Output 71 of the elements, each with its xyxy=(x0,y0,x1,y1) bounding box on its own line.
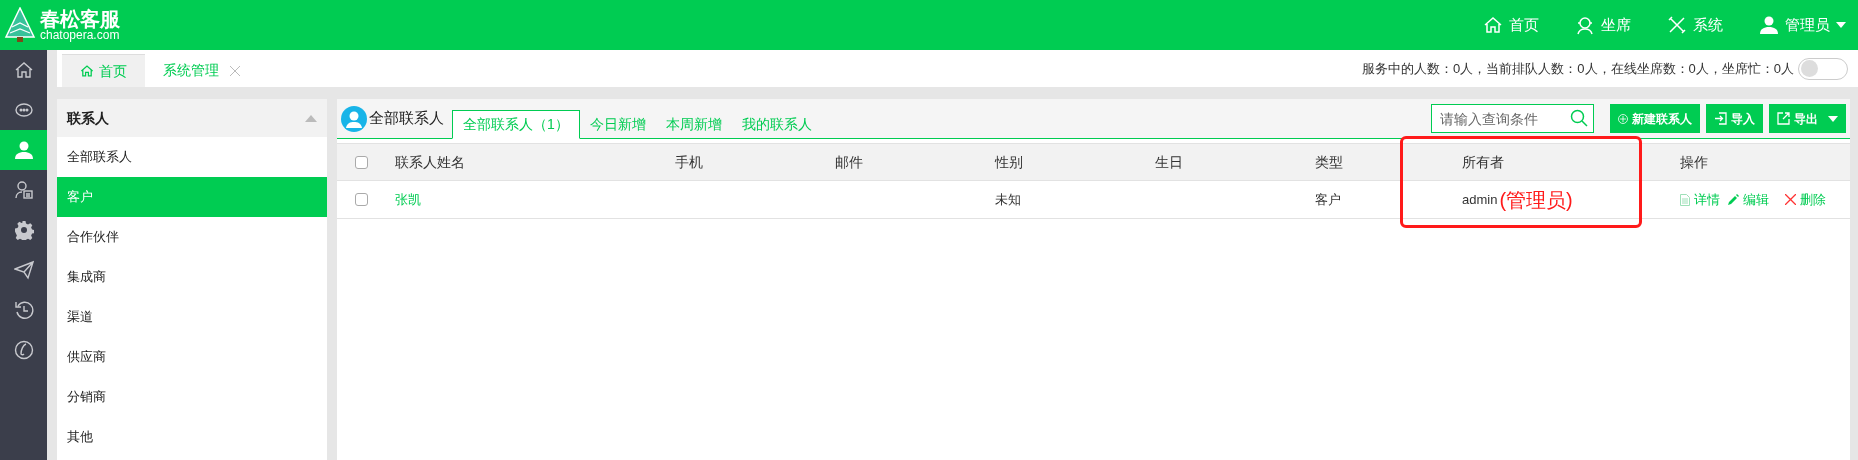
toolbar-button[interactable]: 新建联系人 xyxy=(1610,104,1700,133)
column-header: 手机 xyxy=(674,152,704,172)
import-icon xyxy=(1714,112,1727,125)
page-tab[interactable]: 系统管理 xyxy=(145,54,258,87)
contact-card-icon xyxy=(13,180,34,200)
column-header: 操作 xyxy=(1679,152,1709,172)
headset-icon xyxy=(1575,15,1595,35)
sidebar-item[interactable]: 分销商 xyxy=(57,377,327,417)
row-action-link[interactable]: 编辑 xyxy=(1728,189,1769,210)
home-icon xyxy=(1483,15,1503,35)
export-icon xyxy=(1777,112,1790,125)
user-icon xyxy=(1759,15,1779,35)
filter-tab[interactable]: 我的联系人 xyxy=(731,110,822,139)
row-action-link[interactable]: 删除 xyxy=(1785,189,1826,210)
user-icon xyxy=(13,140,34,160)
sidebar-item[interactable]: 其他 xyxy=(57,417,327,457)
nav-link[interactable]: 首页 xyxy=(1483,13,1539,37)
sidebar-item[interactable]: 渠道 xyxy=(57,297,327,337)
page-heading: 全部联系人 xyxy=(369,108,445,129)
delete-x-icon xyxy=(1785,194,1796,205)
nav-link[interactable]: 管理员 xyxy=(1759,13,1846,37)
row-action-link[interactable]: 详情 xyxy=(1680,189,1720,210)
page-tab[interactable]: 首页 xyxy=(62,54,145,87)
nav-link[interactable]: 系统 xyxy=(1667,13,1723,37)
search-field[interactable]: 请输入查询条件 xyxy=(1431,104,1594,133)
column-header: 类型 xyxy=(1314,152,1344,172)
sidebar-header[interactable]: 联系人 xyxy=(57,99,327,137)
phone-icon xyxy=(13,340,34,360)
paper-plane-icon xyxy=(13,260,34,280)
home-icon xyxy=(80,64,94,78)
avatar-icon xyxy=(341,105,367,132)
search-icon xyxy=(1570,109,1588,127)
column-header: 性别 xyxy=(993,152,1024,172)
sidebar-item[interactable]: 客户 xyxy=(57,177,327,217)
column-header: 生日 xyxy=(1154,152,1184,172)
checkbox[interactable] xyxy=(354,155,368,169)
column-header: 所有者 xyxy=(1461,152,1505,172)
home-icon xyxy=(13,60,34,80)
filter-tab[interactable]: 全部联系人（1） xyxy=(452,110,580,139)
logo-subtitle: chatopera.com xyxy=(40,29,120,41)
tools-icon xyxy=(1667,15,1687,35)
plus-circle-icon xyxy=(1618,113,1628,124)
toolbar-button[interactable]: 导入 xyxy=(1706,104,1763,133)
collapse-caret-icon xyxy=(305,114,317,122)
caret-icon xyxy=(1836,22,1846,28)
status-text: 服务中的人数：0人，当前排队人数：0人，在线坐席数：0人，坐席忙：0人 xyxy=(1362,59,1794,78)
checkbox[interactable] xyxy=(354,193,368,206)
toolbar-button[interactable]: 导出 xyxy=(1769,104,1846,133)
column-header: 邮件 xyxy=(834,152,864,172)
settings-icon xyxy=(13,220,34,240)
sidebar-item[interactable]: 供应商 xyxy=(57,337,327,377)
contact-name-link[interactable]: 张凯 xyxy=(395,191,421,207)
table-cell-text: 客户 xyxy=(1315,190,1341,209)
sidebar-item[interactable]: 全部联系人 xyxy=(57,137,327,177)
sidebar-item[interactable]: 集成商 xyxy=(57,257,327,297)
nav-link[interactable]: 坐席 xyxy=(1575,13,1631,37)
annotation-text: (管理员) xyxy=(1499,187,1573,213)
caret-icon xyxy=(1828,115,1838,122)
table-cell-text: admin xyxy=(1462,190,1498,209)
table-cell-text: 未知 xyxy=(995,190,1021,209)
column-header: 联系人姓名 xyxy=(394,152,466,172)
history-icon xyxy=(13,300,34,320)
logo-title: 春松客服 xyxy=(40,9,120,29)
toggle-switch[interactable] xyxy=(1798,57,1848,80)
filter-tab[interactable]: 本周新增 xyxy=(655,110,732,139)
tree-logo-icon xyxy=(4,7,36,43)
document-icon xyxy=(1680,193,1690,206)
pencil-icon xyxy=(1728,194,1739,205)
sidebar-item[interactable]: 合作伙伴 xyxy=(57,217,327,257)
filter-tab[interactable]: 今日新增 xyxy=(579,110,656,139)
chat-icon xyxy=(13,100,34,120)
